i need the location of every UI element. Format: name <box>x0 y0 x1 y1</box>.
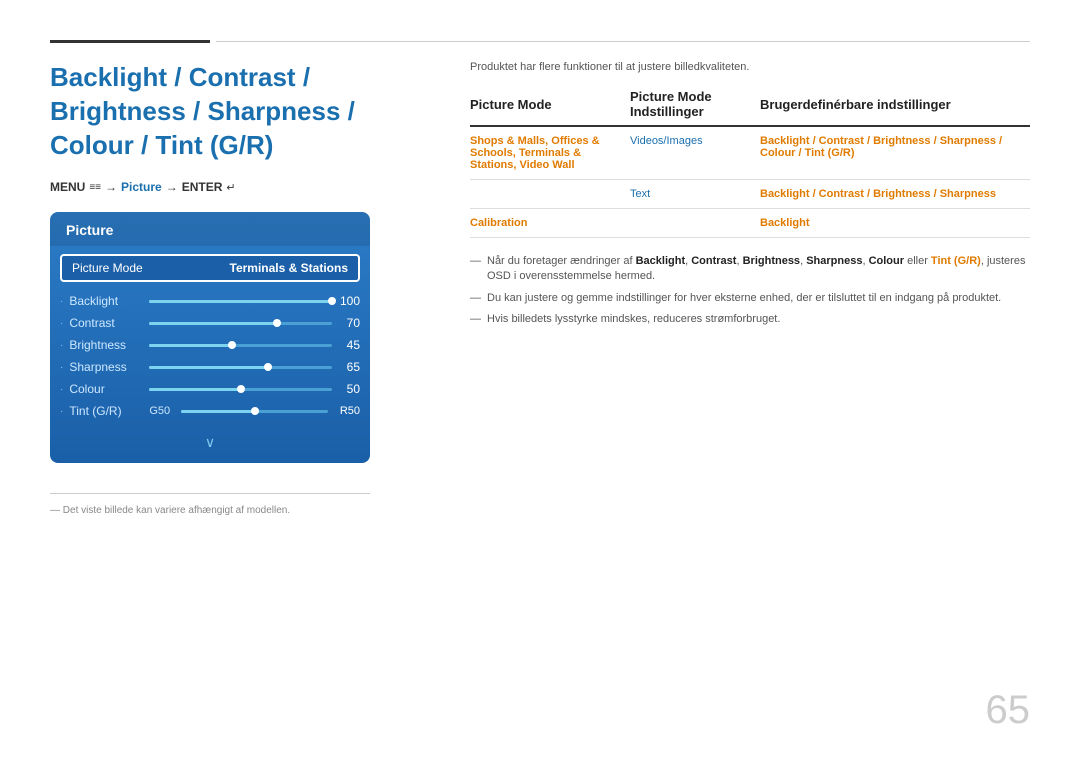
osd-slider-contrast[interactable] <box>149 322 332 325</box>
osd-tint-right-label: R50 <box>332 405 360 417</box>
osd-dot: · <box>60 384 63 395</box>
table-header-bruger: Brugerdefinérbare indstillinger <box>760 89 1030 126</box>
osd-label-colour: Colour <box>69 382 149 396</box>
table-header-indstillinger: Picture Mode Indstillinger <box>630 89 760 126</box>
table-cell-mode-3: Calibration <box>470 209 630 238</box>
osd-value-contrast: 70 <box>332 316 360 330</box>
osd-note-text: — Det viste billede kan variere afhængig… <box>50 505 290 516</box>
osd-mode-bar[interactable]: Picture Mode Terminals & Stations <box>60 254 360 282</box>
osd-slider-tint[interactable] <box>181 410 328 413</box>
osd-dot: · <box>60 340 63 351</box>
menu-keyword: MENU <box>50 180 85 194</box>
osd-item-tint[interactable]: · Tint (G/R) G50 R50 <box>60 404 360 418</box>
osd-title: Picture <box>50 212 370 246</box>
arrow1: → <box>105 180 117 194</box>
osd-box: Picture Picture Mode Terminals & Station… <box>50 212 370 463</box>
note-item-1: — Når du foretager ændringer af Backligh… <box>470 254 1030 285</box>
menu-symbol: ≡≡ <box>89 182 101 193</box>
table-cell-indstillinger-2: Text <box>630 180 760 209</box>
osd-note: — Det viste billede kan variere afhængig… <box>50 493 370 518</box>
page-number: 65 <box>986 688 1031 733</box>
osd-label-tint: Tint (G/R) <box>69 404 149 418</box>
osd-value-backlight: 100 <box>332 294 360 308</box>
table-cell-indstillinger-3 <box>630 209 760 238</box>
table-cell-bruger-2: Backlight / Contrast / Brightness / Shar… <box>760 180 1030 209</box>
note-item-3: — Hvis billedets lysstyrke mindskes, red… <box>470 312 1030 327</box>
top-line <box>50 40 1030 43</box>
osd-dot: · <box>60 406 63 417</box>
osd-label-backlight: Backlight <box>69 294 149 308</box>
table-row: Shops & Malls, Offices & Schools, Termin… <box>470 126 1030 180</box>
osd-label-contrast: Contrast <box>69 316 149 330</box>
osd-item-colour[interactable]: · Colour 50 <box>60 382 360 396</box>
menu-path: MENU ≡≡ → Picture → ENTER ↵ <box>50 180 430 194</box>
note-text-3: Hvis billedets lysstyrke mindskes, reduc… <box>487 312 780 327</box>
osd-value-sharpness: 65 <box>332 360 360 374</box>
osd-item-sharpness[interactable]: · Sharpness 65 <box>60 360 360 374</box>
table-row: Text Backlight / Contrast / Brightness /… <box>470 180 1030 209</box>
right-intro: Produktet har flere funktioner til at ju… <box>470 61 1030 73</box>
table-cell-bruger-1: Backlight / Contrast / Brightness / Shar… <box>760 126 1030 180</box>
osd-chevron: ∨ <box>50 434 370 451</box>
table-cell-mode-1: Shops & Malls, Offices & Schools, Termin… <box>470 126 630 180</box>
picture-keyword: Picture <box>121 180 162 194</box>
osd-slider-sharpness[interactable] <box>149 366 332 369</box>
osd-items: · Backlight 100 · Contrast <box>50 290 370 430</box>
notes-section: — Når du foretager ændringer af Backligh… <box>470 254 1030 328</box>
arrow2: → <box>166 180 178 194</box>
osd-value-colour: 50 <box>332 382 360 396</box>
left-column: Backlight / Contrast / Brightness / Shar… <box>50 61 430 518</box>
table-cell-indstillinger-1: Videos/Images <box>630 126 760 180</box>
osd-mode-value: Terminals & Stations <box>230 261 348 275</box>
note-item-2: — Du kan justere og gemme indstillinger … <box>470 291 1030 306</box>
osd-item-contrast[interactable]: · Contrast 70 <box>60 316 360 330</box>
osd-dot: · <box>60 362 63 373</box>
osd-slider-colour[interactable] <box>149 388 332 391</box>
osd-tint-left-label: G50 <box>149 405 177 417</box>
table-cell-mode-2 <box>470 180 630 209</box>
table-row: Calibration Backlight <box>470 209 1030 238</box>
osd-dot: · <box>60 318 63 329</box>
osd-item-brightness[interactable]: · Brightness 45 <box>60 338 360 352</box>
note-text-2: Du kan justere og gemme indstillinger fo… <box>487 291 1001 306</box>
osd-label-brightness: Brightness <box>69 338 149 352</box>
page-title: Backlight / Contrast / Brightness / Shar… <box>50 61 430 162</box>
enter-icon: ↵ <box>226 181 235 194</box>
osd-mode-label: Picture Mode <box>72 261 143 275</box>
picture-table: Picture Mode Picture Mode Indstillinger … <box>470 89 1030 238</box>
osd-item-backlight[interactable]: · Backlight 100 <box>60 294 360 308</box>
table-cell-bruger-3: Backlight <box>760 209 1030 238</box>
osd-slider-backlight[interactable] <box>149 300 332 303</box>
table-header-mode: Picture Mode <box>470 89 630 126</box>
osd-value-brightness: 45 <box>332 338 360 352</box>
osd-slider-brightness[interactable] <box>149 344 332 347</box>
osd-label-sharpness: Sharpness <box>69 360 149 374</box>
osd-dot: · <box>60 296 63 307</box>
right-column: Produktet har flere funktioner til at ju… <box>470 61 1030 518</box>
enter-keyword: ENTER <box>182 180 223 194</box>
